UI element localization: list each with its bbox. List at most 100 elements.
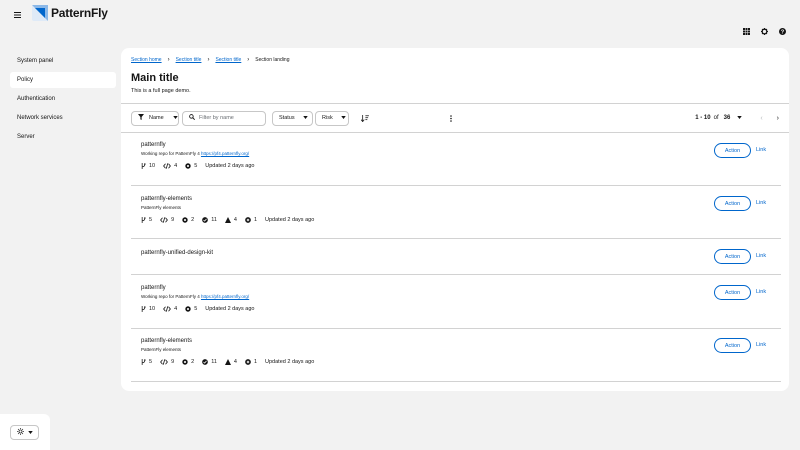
code-stat: 4	[163, 306, 177, 312]
check-circle-icon	[202, 359, 209, 365]
theme-toggle-button[interactable]	[10, 425, 39, 440]
pulls-stat: 5	[185, 306, 197, 312]
status-select[interactable]: Status	[272, 110, 313, 126]
errors-stat: 1	[245, 217, 257, 223]
cube-icon	[182, 359, 188, 365]
row-divider	[131, 328, 781, 329]
branches-stat: 10	[141, 306, 155, 312]
row-title: patternfly-elements	[141, 196, 193, 202]
warning-icon	[224, 217, 231, 223]
page-subtitle: This is a full page demo.	[131, 88, 191, 94]
pulls-stat: 2	[182, 217, 194, 223]
toolbar: Name Filter by name Status Risk	[131, 110, 454, 126]
masthead-tools: ?	[742, 27, 786, 35]
chevron-right-icon: ›	[207, 57, 210, 63]
breadcrumb-link-section-title[interactable]: Section title	[176, 57, 202, 63]
breadcrumb-link-section-title-2[interactable]: Section title	[215, 57, 241, 63]
kebab-menu-icon[interactable]	[448, 114, 454, 122]
next-page-icon[interactable]: ›	[777, 115, 779, 122]
code-icon	[163, 163, 172, 169]
row-link[interactable]: Link	[756, 342, 766, 348]
action-button[interactable]: Action	[714, 285, 751, 300]
pagination-range: 1 - 10	[695, 115, 711, 121]
chevron-right-icon: ›	[167, 57, 170, 63]
row-link[interactable]: Link	[756, 200, 766, 206]
error-circle-icon	[245, 217, 251, 223]
brand-name: PatternFly	[51, 6, 108, 20]
row-description: Working repo for PatternFly 4 https://pf…	[141, 294, 250, 299]
row-url-link[interactable]: https://pf4.patternfly.org/	[201, 294, 249, 299]
sidebar-item-authentication[interactable]: Authentication	[10, 91, 116, 107]
search-placeholder: Filter by name	[199, 115, 234, 121]
filter-attribute-label: Name	[149, 115, 164, 121]
pagination-of: of	[713, 115, 719, 121]
action-button[interactable]: Action	[714, 196, 751, 211]
patternfly-logo-icon	[32, 5, 48, 21]
branches-stat: 5	[141, 217, 152, 223]
row-stats: 10 4 5 Updated 2 days ago	[141, 163, 791, 169]
row-stats: 5 9 2 11 4 1 Updated 2 days ago	[141, 217, 791, 223]
sidebar-item-network-services[interactable]: Network services	[10, 110, 116, 126]
sidebar-item-policy[interactable]: Policy	[10, 72, 116, 88]
row-link[interactable]: Link	[756, 289, 766, 295]
status-label: Status	[279, 115, 295, 121]
row-divider	[131, 185, 781, 186]
row-updated: Updated 2 days ago	[205, 306, 255, 312]
row-title: patternfly	[141, 142, 166, 148]
row-url-link[interactable]: https://pf4.patternfly.org/	[201, 151, 249, 156]
previous-page-icon[interactable]: ‹	[760, 115, 762, 122]
pagination-total: 36	[723, 115, 731, 121]
row-divider	[131, 238, 781, 239]
checks-stat: 11	[202, 217, 217, 223]
sort-icon[interactable]	[360, 114, 370, 122]
row-description: PatternFly elements	[141, 205, 182, 210]
error-circle-icon	[245, 359, 251, 365]
sidebar-item-server[interactable]: Server	[10, 129, 116, 145]
action-button[interactable]: Action	[714, 338, 751, 353]
risk-select[interactable]: Risk	[315, 110, 349, 126]
warnings-stat: 4	[224, 217, 237, 223]
search-icon	[189, 114, 196, 122]
check-circle-icon	[202, 217, 209, 223]
code-stat: 9	[160, 217, 174, 223]
brand-logo[interactable]: PatternFly	[32, 5, 108, 21]
code-stat: 9	[160, 359, 174, 365]
divider	[121, 103, 789, 104]
gear-icon[interactable]	[760, 27, 768, 35]
row-link[interactable]: Link	[756, 147, 766, 153]
list-item: patternfly Working repo for PatternFly 4…	[141, 142, 791, 169]
hamburger-menu-icon[interactable]	[14, 9, 24, 21]
code-icon	[163, 306, 172, 312]
caret-down-icon	[27, 430, 33, 436]
list-item: patternfly-unified-design-kit	[141, 250, 791, 256]
checks-stat: 11	[202, 359, 217, 365]
caret-down-icon	[737, 115, 743, 121]
breadcrumb-current: Section landing	[255, 57, 290, 63]
chevron-right-icon: ›	[247, 57, 250, 63]
warning-icon	[224, 359, 231, 365]
help-icon[interactable]: ?	[778, 27, 786, 35]
row-divider	[131, 274, 781, 275]
search-input[interactable]: Filter by name	[182, 110, 266, 126]
pagination-toggle[interactable]: 1 - 10 of 36	[695, 115, 743, 121]
row-stats: 5 9 2 11 4 1 Updated 2 days ago	[141, 359, 791, 365]
warnings-stat: 4	[224, 359, 237, 365]
grid-icon[interactable]	[742, 27, 750, 35]
cube-icon	[185, 163, 191, 169]
action-button[interactable]: Action	[714, 143, 751, 158]
cube-icon	[182, 217, 188, 223]
row-title: patternfly-elements	[141, 338, 193, 344]
filter-icon	[138, 114, 144, 122]
branch-icon	[141, 163, 146, 169]
row-link[interactable]: Link	[756, 253, 766, 259]
filter-attribute-select[interactable]: Name	[131, 110, 179, 126]
branch-icon	[141, 359, 146, 365]
sidebar-nav: System panel Policy Authentication Netwo…	[10, 53, 116, 148]
action-button[interactable]: Action	[714, 249, 751, 264]
breadcrumb-link-section-home[interactable]: Section home	[131, 57, 162, 63]
row-updated: Updated 2 days ago	[265, 217, 315, 223]
code-icon	[160, 359, 168, 365]
row-divider	[131, 381, 781, 382]
sidebar-item-system-panel[interactable]: System panel	[10, 53, 116, 69]
branches-stat: 5	[141, 359, 152, 365]
